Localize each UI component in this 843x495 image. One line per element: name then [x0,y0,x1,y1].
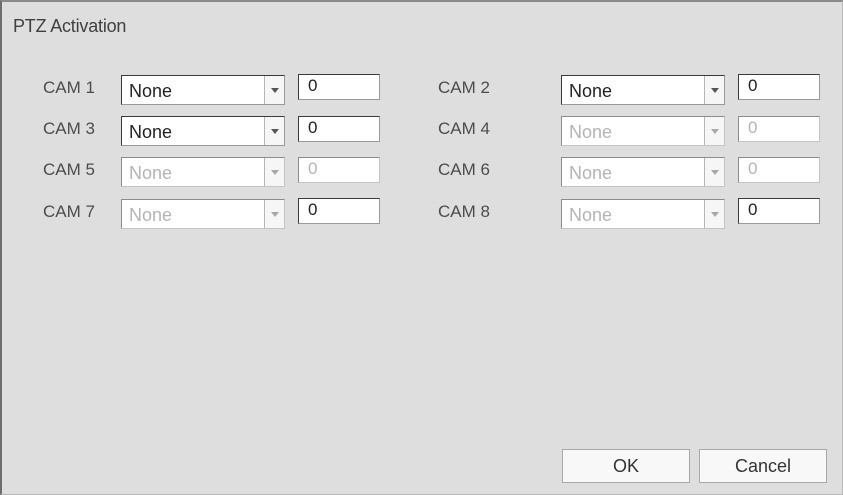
cam-3-number-input[interactable]: 0 [298,116,380,142]
ok-button[interactable]: OK [562,449,690,483]
chevron-down-icon [704,200,724,228]
cam-5-type-select: None [121,157,285,187]
chevron-down-icon[interactable] [704,76,724,104]
cam-8-type-value: None [569,205,613,225]
cam-3-type-select[interactable]: None [121,116,285,146]
cam-7-number-input: 0 [298,198,380,224]
cam-6-label: CAM 6 [438,160,490,179]
cam-7-type-value: None [129,205,173,225]
cam-3-label: CAM 3 [43,119,95,138]
cancel-button[interactable]: Cancel [699,449,827,483]
chevron-down-icon[interactable] [264,76,284,104]
dialog-title: PTZ Activation [13,16,127,36]
ptz-activation-dialog: PTZ Activation CAM 1 None 0 CAM 2 None 0… [0,0,843,495]
cam-7-type-select: None [121,199,285,229]
cam-4-label: CAM 4 [438,119,490,138]
cam-5-label: CAM 5 [43,160,95,179]
chevron-down-icon [704,158,724,186]
cam-6-type-value: None [569,163,613,183]
cam-2-type-value: None [569,81,613,101]
cam-7-label: CAM 7 [43,202,95,221]
cam-1-type-value: None [129,81,173,101]
cam-5-type-value: None [129,163,173,183]
cam-8-type-select: None [561,199,725,229]
cam-2-number-input[interactable]: 0 [738,74,820,100]
chevron-down-icon[interactable] [264,117,284,145]
cam-4-type-select: None [561,116,725,146]
cam-6-number-input: 0 [738,157,820,183]
cam-1-number-input[interactable]: 0 [298,74,380,100]
cam-8-label: CAM 8 [438,202,490,221]
cam-3-type-value: None [129,122,173,142]
chevron-down-icon [264,200,284,228]
cam-1-label: CAM 1 [43,78,95,97]
cam-1-type-select[interactable]: None [121,75,285,105]
chevron-down-icon [264,158,284,186]
chevron-down-icon [704,117,724,145]
cam-2-type-select[interactable]: None [561,75,725,105]
cam-5-number-input: 0 [298,157,380,183]
cam-4-type-value: None [569,122,613,142]
cam-4-number-input: 0 [738,116,820,142]
cam-2-label: CAM 2 [438,78,490,97]
cam-6-type-select: None [561,157,725,187]
cam-8-number-input: 0 [738,198,820,224]
